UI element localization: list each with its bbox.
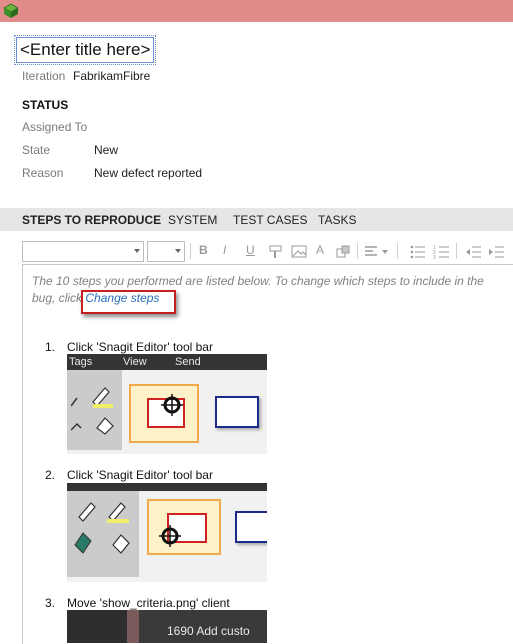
toolbar-divider <box>190 243 191 259</box>
title-input[interactable]: <Enter title here> <box>13 35 157 65</box>
numbered-list-icon[interactable]: 123 <box>433 243 451 261</box>
screenshot-menu-view: View <box>123 356 147 368</box>
pen-tools-icon <box>71 387 114 435</box>
step-screenshot[interactable] <box>67 483 267 582</box>
bullet-list-icon[interactable] <box>409 243 427 261</box>
align-icon[interactable] <box>363 243 381 261</box>
screenshot-thumbnail-selected <box>129 384 199 443</box>
screenshot-menubar <box>67 483 267 491</box>
reason-value[interactable]: New defect reported <box>94 166 202 180</box>
bold-icon[interactable]: B <box>199 243 208 257</box>
screenshot-caption: 1690 Add custo <box>167 624 250 638</box>
step-text: Click 'Snagit Editor' tool bar <box>67 340 213 354</box>
tab-steps-to-reproduce[interactable]: STEPS TO REPRODUCE <box>22 213 161 227</box>
format-toolbar: B I U A 123 <box>22 240 513 264</box>
svg-text:3: 3 <box>433 255 436 261</box>
underline-icon[interactable]: U <box>246 243 255 257</box>
chevron-down-icon <box>175 249 181 253</box>
callout-highlight-box <box>81 290 176 314</box>
font-family-select[interactable] <box>22 241 144 262</box>
window-titlebar <box>0 0 513 22</box>
crosshair-cursor-icon <box>161 394 183 416</box>
font-color-icon[interactable]: A <box>316 243 324 257</box>
screenshot-tool-pane <box>67 491 139 577</box>
step-text: Move 'show_criteria.png' client <box>67 596 230 610</box>
state-label: State <box>22 143 51 157</box>
state-value[interactable]: New <box>94 143 118 157</box>
step-number: 3. <box>45 596 56 610</box>
screenshot-tool-pane <box>67 370 122 450</box>
assigned-to-label: Assigned To <box>22 120 88 134</box>
status-heading: STATUS <box>22 98 69 112</box>
chevron-down-icon[interactable] <box>382 250 388 254</box>
insert-image-icon[interactable] <box>290 243 308 261</box>
outdent-icon[interactable] <box>465 243 483 261</box>
reason-label: Reason <box>22 166 64 180</box>
iteration-value[interactable]: FabrikamFibre <box>73 69 150 83</box>
step-screenshot[interactable]: 1690 Add custo <box>67 610 267 643</box>
crosshair-cursor-icon <box>159 525 181 547</box>
steps-editor[interactable] <box>22 264 513 644</box>
format-painter-icon[interactable] <box>267 243 285 261</box>
chevron-down-icon <box>134 249 140 253</box>
italic-icon[interactable]: I <box>223 243 226 257</box>
toolbar-divider <box>397 243 398 259</box>
app-icon <box>3 3 19 18</box>
step-number: 1. <box>45 340 56 354</box>
step-screenshot[interactable]: Tags View Send <box>67 354 267 454</box>
screenshot-menubar: Tags View Send <box>67 354 267 370</box>
tab-strip: STEPS TO REPRODUCE SYSTEM TEST CASES TAS… <box>0 208 513 231</box>
toolbar-divider <box>357 243 358 259</box>
indent-icon[interactable] <box>488 243 506 261</box>
screenshot-thumbnail <box>215 396 259 428</box>
toolbar-divider <box>456 243 457 259</box>
screenshot-menu-tags: Tags <box>69 356 93 368</box>
screenshot-thumbnail <box>235 511 267 543</box>
screenshot-edge <box>127 610 139 643</box>
tab-tasks[interactable]: TASKS <box>318 213 356 227</box>
step-number: 2. <box>45 468 56 482</box>
pen-tools-icon <box>74 502 130 554</box>
screenshot-menu-send: Send <box>175 356 201 368</box>
highlight-icon[interactable] <box>334 243 352 261</box>
tab-system[interactable]: SYSTEM <box>168 213 217 227</box>
tab-test-cases[interactable]: TEST CASES <box>233 213 307 227</box>
screenshot-thumbnail-selected <box>147 499 221 555</box>
assigned-to-field[interactable] <box>94 120 244 134</box>
step-text: Click 'Snagit Editor' tool bar <box>67 468 213 482</box>
iteration-label: Iteration <box>22 69 66 83</box>
font-size-select[interactable] <box>147 241 185 262</box>
